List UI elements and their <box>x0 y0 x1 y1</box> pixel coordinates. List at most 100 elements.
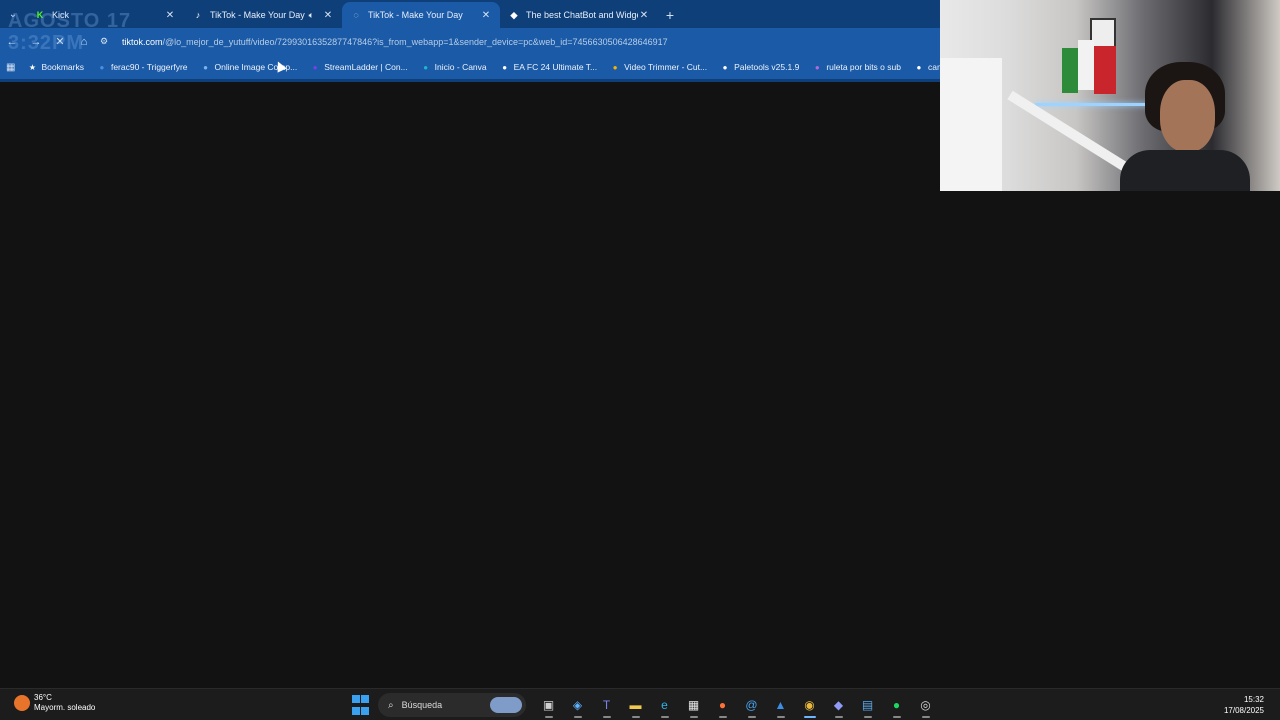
bookmark-label: ferac90 - Triggerfyre <box>110 62 188 72</box>
running-indicator <box>631 716 640 718</box>
running-indicator <box>863 716 872 718</box>
bookmark-8[interactable]: ● Paletools v25.1.9 <box>720 62 800 72</box>
browser-toolbar: ← → ✕ ⌂ ⚙ tiktok.com/@lo_mejor_de_yutuff… <box>0 28 940 55</box>
teams-icon[interactable]: T <box>594 692 620 718</box>
chrome-icon[interactable]: ◉ <box>797 692 823 718</box>
webcam-flag-white <box>1078 40 1094 90</box>
clock-date: 17/08/2025 <box>1223 706 1264 715</box>
streamladder-icon: ● <box>312 62 318 72</box>
running-indicator <box>689 716 698 718</box>
bookmark-label: Video Trimmer - Cut... <box>624 62 708 72</box>
webcam-monitor-shape <box>940 58 1002 191</box>
bookmark-9[interactable]: ● ruleta por bits o sub <box>812 62 901 72</box>
taskbar: 36°C Mayorm. soleado ⌕ Búsqueda ▣ ◈ T ▬ e ▦ ● @… <box>0 688 1280 720</box>
screen: ⌄ K Kick ✕ ♪ TikTok - Make Your Day 🔈︎ ✕ ◌ TikTo… <box>0 0 1280 720</box>
obs-icon[interactable]: ◎ <box>913 692 939 718</box>
webcam-flag-green <box>1062 48 1078 93</box>
close-tab-icon[interactable]: ✕ <box>480 10 492 21</box>
running-indicator <box>892 716 901 718</box>
stream-watermark: AGOSTO 17 3:32PM <box>8 10 131 54</box>
running-indicator <box>660 716 669 718</box>
running-indicator <box>834 716 843 718</box>
close-tab-icon[interactable]: ✕ <box>322 10 334 21</box>
bookmark-7[interactable]: ● Video Trimmer - Cut... <box>610 62 707 72</box>
star-icon: ★ <box>28 62 37 72</box>
spotify-icon[interactable]: ● <box>884 692 910 718</box>
speaker-icon[interactable]: 🔈︎ <box>309 10 314 21</box>
address-bar[interactable]: ⚙ tiktok.com/@lo_mejor_de_yutuff/video/7… <box>100 31 940 53</box>
canva-icon: ● <box>423 62 429 72</box>
bookmark-label: Inicio - Canva <box>434 62 487 72</box>
bookmark-4[interactable]: ● StreamLadder | Con... <box>310 62 408 72</box>
tab-4[interactable]: ◆ The best ChatBot and Widgets ✕ <box>500 2 658 28</box>
notepad-icon[interactable]: ▤ <box>855 692 881 718</box>
search-placeholder: Búsqueda <box>401 700 443 710</box>
close-tab-icon[interactable]: ✕ <box>638 10 650 21</box>
copilot-icon[interactable]: ◈ <box>565 692 591 718</box>
weather-desc: Mayorm. soleado <box>34 703 96 712</box>
weather-temp: 36°C <box>34 693 52 702</box>
new-tab-button[interactable]: + <box>658 2 682 28</box>
bookmark-label: StreamLadder | Con... <box>324 62 408 72</box>
task-view-icon[interactable]: ▣ <box>536 692 562 718</box>
running-indicator <box>602 716 611 718</box>
loading-icon: ◌ <box>353 10 359 20</box>
apps-grid-icon[interactable]: ▦ <box>6 62 15 73</box>
browser-chrome: ⌄ K Kick ✕ ♪ TikTok - Make Your Day 🔈︎ ✕ ◌ TikTo… <box>0 0 970 82</box>
running-indicator <box>776 716 785 718</box>
bookmark-1[interactable]: ★ Bookmarks <box>27 62 84 72</box>
bookmarks-bar: ▦ ★ Bookmarks ● ferac90 - Triggerfyre ● Onlin… <box>0 55 970 79</box>
weather-widget[interactable]: 36°C Mayorm. soleado <box>14 693 95 713</box>
tab-2[interactable]: ♪ TikTok - Make Your Day 🔈︎ ✕ <box>184 2 342 28</box>
webcam-person-face <box>1160 80 1215 152</box>
running-indicator <box>747 716 756 718</box>
watermark-date: AGOSTO 17 <box>8 10 132 32</box>
bookmark-5[interactable]: ● Inicio - Canva <box>421 62 487 72</box>
watermark-time: 3:32PM <box>8 32 85 54</box>
triggerfyre-icon: ● <box>99 62 105 72</box>
tab-strip: ⌄ K Kick ✕ ♪ TikTok - Make Your Day 🔈︎ ✕ ◌ TikTo… <box>0 0 940 28</box>
taskbar-center: ⌕ Búsqueda ▣ ◈ T ▬ e ▦ ● @ ▲ ◉ ◆ ▤ ● ◎ <box>348 689 940 720</box>
close-tab-icon[interactable]: ✕ <box>164 10 176 21</box>
photos-icon[interactable]: ▲ <box>768 692 794 718</box>
system-clock[interactable]: 15:32 17/08/2025 <box>1224 694 1264 716</box>
bookmark-label: Bookmarks <box>41 62 84 72</box>
address-path: /@lo_mejor_de_yutuff/video/7299301635287… <box>162 36 668 47</box>
search-highlight-icon <box>490 697 522 713</box>
tab-title: The best ChatBot and Widgets <box>526 10 638 20</box>
tab-title: TikTok - Make Your Day <box>368 10 463 20</box>
clock-time: 15:32 <box>1243 695 1264 704</box>
bookmark-label: ruleta por bits o sub <box>826 62 901 72</box>
windows-start-icon[interactable] <box>348 693 372 717</box>
video-trimmer-icon: ● <box>612 62 618 72</box>
running-indicator <box>803 716 816 718</box>
webcam-overlay <box>940 0 1280 191</box>
taskbar-search[interactable]: ⌕ Búsqueda <box>378 693 526 717</box>
store-icon[interactable]: ▦ <box>681 692 707 718</box>
futbin-icon: ● <box>502 62 508 72</box>
ruleta-icon: ● <box>814 62 820 72</box>
discord-icon[interactable]: ◆ <box>826 692 852 718</box>
running-indicator <box>921 716 930 718</box>
tiktok-icon: ♪ <box>195 10 201 20</box>
search-icon: ⌕ <box>388 699 394 711</box>
firefox-icon[interactable]: ● <box>710 692 736 718</box>
camera-icon: ● <box>916 62 922 72</box>
bookmark-2[interactable]: ● ferac90 - Triggerfyre <box>97 62 188 72</box>
webcam-flag-red <box>1094 46 1116 94</box>
running-indicator <box>573 716 582 718</box>
running-indicator <box>718 716 727 718</box>
paletools-icon: ● <box>722 62 728 72</box>
webcam-person-body <box>1120 150 1250 191</box>
bookmark-label: EA FC 24 Ultimate T... <box>513 62 598 72</box>
bookmark-label: Paletools v25.1.9 <box>734 62 800 72</box>
mail-icon[interactable]: @ <box>739 692 765 718</box>
file-explorer-icon[interactable]: ▬ <box>623 692 649 718</box>
image-compressor-icon: ● <box>203 62 208 72</box>
bookmark-6[interactable]: ● EA FC 24 Ultimate T... <box>500 62 597 72</box>
sun-icon <box>14 695 30 711</box>
edge-icon[interactable]: e <box>652 692 678 718</box>
streamelements-icon: ◆ <box>510 9 518 20</box>
tab-3[interactable]: ◌ TikTok - Make Your Day ✕ <box>342 2 500 28</box>
running-indicator <box>544 716 553 718</box>
